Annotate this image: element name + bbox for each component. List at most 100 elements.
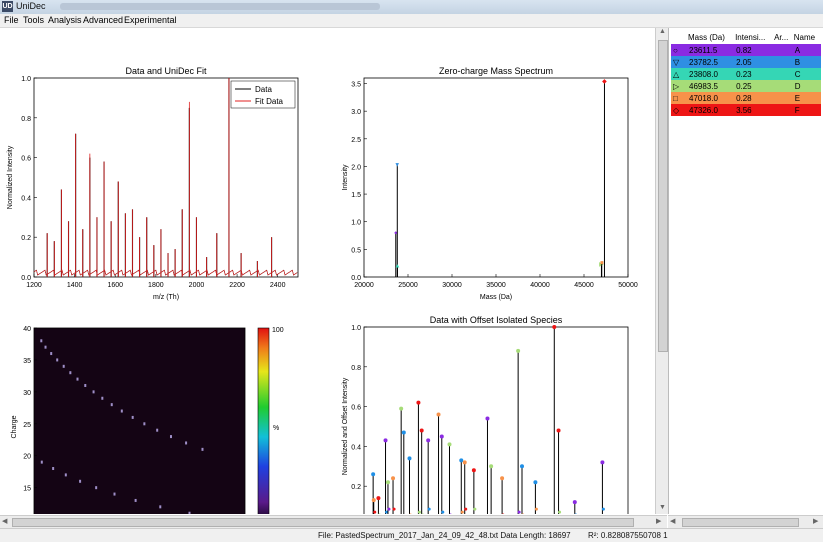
y-tick-label: 15 <box>23 486 31 493</box>
legend-entry: Data <box>255 85 272 94</box>
column-mass[interactable]: Mass (Da) <box>687 30 734 44</box>
y-tick-label: 0.5 <box>351 247 361 254</box>
x-tick-label: 25000 <box>398 282 418 289</box>
peak-mass: 47018.0 <box>687 92 734 104</box>
heatmap-spot <box>114 493 116 496</box>
species-marker <box>407 456 411 460</box>
peak-area <box>773 104 793 116</box>
y-tick-label: 3.5 <box>351 82 361 89</box>
menu-analysis[interactable]: Analysis <box>48 15 82 25</box>
peak-intensity: 0.82 <box>734 44 773 56</box>
heatmap-spot <box>170 435 172 438</box>
peak-mass: 23808.0 <box>687 68 734 80</box>
scroll-left-icon[interactable]: ◀ <box>2 517 7 525</box>
species-marker <box>485 417 489 421</box>
plot-horizontal-scrollbar[interactable]: ◀ ▶ <box>0 515 667 528</box>
x-tick-label: 2000 <box>189 282 205 289</box>
colorbar <box>258 328 269 514</box>
scroll-up-icon[interactable]: ▲ <box>659 28 666 35</box>
peak-name: B <box>793 56 821 68</box>
peak-row[interactable]: ▷46983.50.25D <box>671 80 821 92</box>
heatmap-spot <box>79 480 81 483</box>
legend-entry: Fit Data <box>255 97 284 106</box>
peak-table: Mass (Da) Intensi... Ar... Name ○23611.5… <box>671 30 821 116</box>
species-marker <box>447 442 451 446</box>
heatmap-spot <box>185 441 187 444</box>
marker-column[interactable] <box>671 30 687 44</box>
menu-experimental[interactable]: Experimental <box>124 15 177 25</box>
species-marker <box>459 458 463 462</box>
peak-marker: ◆ <box>602 79 607 85</box>
column-intensity[interactable]: Intensi... <box>734 30 773 44</box>
heatmap-spot <box>63 365 65 368</box>
scroll-thumb[interactable] <box>682 518 799 527</box>
scroll-thumb[interactable] <box>658 40 668 352</box>
peak-row[interactable]: □47018.00.28E <box>671 92 821 104</box>
peak-marker: ■ <box>600 261 604 267</box>
species-marker <box>472 468 476 472</box>
species-marker <box>535 508 538 511</box>
scroll-right-icon[interactable]: ▶ <box>813 517 818 525</box>
x-tick-label: 45000 <box>574 282 594 289</box>
peak-marker: ▼ <box>394 163 400 169</box>
species-marker <box>573 500 577 504</box>
species-marker <box>393 508 396 511</box>
y-tick-label: 0.4 <box>21 195 31 202</box>
column-name[interactable]: Name <box>793 30 821 44</box>
plot-frame <box>34 328 245 514</box>
heatmap-spot <box>132 416 134 419</box>
column-area[interactable]: Ar... <box>773 30 793 44</box>
x-tick-label: 2400 <box>270 282 286 289</box>
peak-row[interactable]: ▽23782.52.05B <box>671 56 821 68</box>
menu-file[interactable]: File <box>4 15 19 25</box>
scroll-left-icon[interactable]: ◀ <box>670 517 675 525</box>
x-tick-label: 1600 <box>107 282 123 289</box>
peak-area <box>773 92 793 104</box>
plot-vertical-scrollbar[interactable]: ▲ ▼ <box>655 28 668 514</box>
y-axis-label: Charge <box>11 415 18 438</box>
y-tick-label: 30 <box>23 390 31 397</box>
heatmap-spot <box>121 410 123 413</box>
triangle-down-icon: ▽ <box>671 56 687 68</box>
species-marker <box>600 460 604 464</box>
table-horizontal-scrollbar[interactable]: ◀ ▶ <box>668 515 823 528</box>
peak-area <box>773 68 793 80</box>
species-marker <box>386 480 390 484</box>
heatmap-spot <box>50 352 52 355</box>
heatmap-spot <box>45 346 47 349</box>
triangle-right-icon: ▷ <box>671 80 687 92</box>
y-tick-label: 2.0 <box>351 164 361 171</box>
y-tick-label: 2.5 <box>351 137 361 144</box>
x-tick-label: 1800 <box>148 282 164 289</box>
species-marker <box>371 472 375 476</box>
x-tick-label: 40000 <box>530 282 550 289</box>
species-marker <box>376 496 380 500</box>
species-marker <box>402 430 406 434</box>
scroll-thumb[interactable] <box>12 518 634 527</box>
x-tick-label: 1200 <box>26 282 42 289</box>
heatmap-spot <box>143 422 145 425</box>
x-tick-label: 50000 <box>618 282 638 289</box>
status-file-info: File: PastedSpectrum_2017_Jan_24_09_42_4… <box>318 531 571 540</box>
heatmap-spot <box>76 378 78 381</box>
plot-title: Data with Offset Isolated Species <box>430 315 563 325</box>
species-marker <box>533 480 537 484</box>
peak-intensity: 3.56 <box>734 104 773 116</box>
menu-advanced[interactable]: Advanced <box>83 15 123 25</box>
y-axis-label: Normalized Intensity <box>7 145 14 209</box>
peak-name: A <box>793 44 821 56</box>
y-tick-label: 0.0 <box>21 275 31 282</box>
scroll-right-icon[interactable]: ▶ <box>656 517 661 525</box>
species-marker <box>602 508 605 511</box>
peak-row[interactable]: ○23611.50.82A <box>671 44 821 56</box>
x-tick-label: 30000 <box>442 282 462 289</box>
scroll-down-icon[interactable]: ▼ <box>659 504 666 511</box>
peak-name: F <box>793 104 821 116</box>
peak-row[interactable]: △23808.00.23C <box>671 68 821 80</box>
title-bar: UD UniDec <box>0 0 823 14</box>
plot-title: Data and UniDec Fit <box>125 66 207 76</box>
species-marker <box>558 511 561 514</box>
peak-row[interactable]: ◇47326.03.56F <box>671 104 821 116</box>
blurred-path <box>60 3 380 10</box>
menu-tools[interactable]: Tools <box>23 15 44 25</box>
